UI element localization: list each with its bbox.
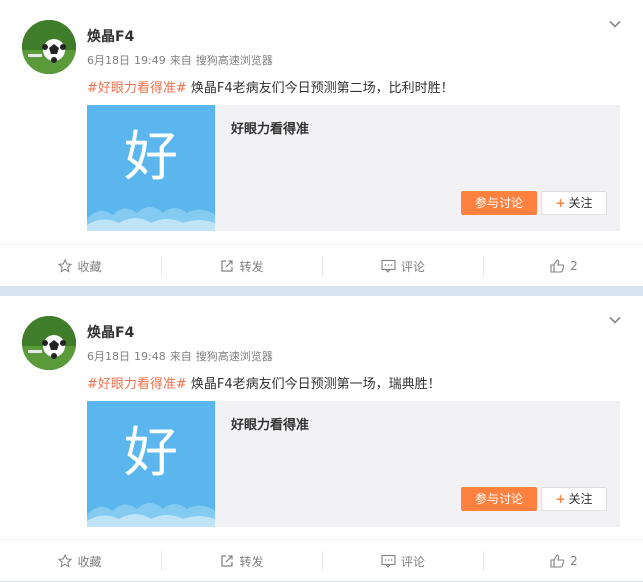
follow-button[interactable]: + 关注: [541, 487, 607, 511]
favorite-button[interactable]: 收藏: [0, 245, 160, 287]
thumbnail-glyph: 好: [124, 125, 178, 188]
follow-label: 关注: [568, 196, 593, 210]
repost-icon: [221, 555, 234, 567]
like-count: 2: [570, 259, 578, 273]
favorite-label: 收藏: [77, 259, 102, 274]
favorite-label: 收藏: [77, 554, 102, 569]
topic-card[interactable]: 好 好眼力看得准 参与讨论 + 关注: [87, 105, 620, 231]
user-name[interactable]: 焕晶F4: [87, 322, 134, 342]
comment-label: 评论: [400, 259, 425, 274]
post-body: 焕晶F4老病友们今日预测第一场，瑞典胜！: [186, 377, 441, 392]
feed-post: 焕晶F4 6月18日 19:49 来自 搜狗高速浏览器 #好眼力看得准# 焕晶F4老病…: [0, 0, 643, 286]
post-meta: 6月18日 19:49 来自 搜狗高速浏览器: [87, 52, 277, 68]
source-prefix: 来自: [169, 54, 192, 67]
card-title[interactable]: 好眼力看得准: [231, 118, 309, 137]
like-icon: [550, 554, 565, 568]
comment-icon: [381, 259, 396, 273]
repost-button[interactable]: 转发: [162, 245, 322, 287]
post-body: 焕晶F4老病友们今日预测第二场，比利时胜！: [186, 81, 454, 96]
like-count: 2: [570, 554, 578, 568]
post-actions: 收藏 转发 评论 2: [0, 244, 643, 286]
follow-button[interactable]: + 关注: [541, 191, 607, 215]
like-button[interactable]: 2: [484, 245, 643, 287]
comment-button[interactable]: 评论: [323, 540, 483, 582]
chevron-down-icon[interactable]: [609, 314, 621, 326]
avatar[interactable]: [22, 20, 76, 74]
feed-post: 焕晶F4 6月18日 19:48 来自 搜狗高速浏览器 #好眼力看得准# 焕晶F4老病…: [0, 296, 643, 581]
chevron-down-icon[interactable]: [609, 18, 621, 30]
star-icon: [58, 554, 73, 568]
repost-icon: [221, 260, 234, 272]
star-icon: [58, 259, 73, 273]
user-name[interactable]: 焕晶F4: [87, 26, 134, 46]
thumbnail-glyph: 好: [124, 421, 178, 484]
post-time[interactable]: 19:48: [134, 350, 166, 363]
post-meta: 6月18日 19:48 来自 搜狗高速浏览器: [87, 348, 277, 364]
plus-icon: +: [555, 492, 566, 506]
post-text: #好眼力看得准# 焕晶F4老病友们今日预测第一场，瑞典胜！: [87, 373, 441, 392]
favorite-button[interactable]: 收藏: [0, 540, 160, 582]
post-time[interactable]: 19:49: [134, 54, 166, 67]
post-date[interactable]: 6月18日: [87, 350, 130, 363]
topic-thumbnail[interactable]: 好: [87, 105, 215, 231]
post-actions: 收藏 转发 评论 2: [0, 539, 643, 581]
repost-button[interactable]: 转发: [162, 540, 322, 582]
post-text: #好眼力看得准# 焕晶F4老病友们今日预测第二场，比利时胜！: [87, 77, 454, 96]
source-link[interactable]: 搜狗高速浏览器: [196, 54, 273, 67]
comment-button[interactable]: 评论: [323, 245, 483, 287]
comment-label: 评论: [400, 554, 425, 569]
like-icon: [550, 259, 565, 273]
post-date[interactable]: 6月18日: [87, 54, 130, 67]
repost-label: 转发: [239, 554, 264, 569]
like-button[interactable]: 2: [484, 540, 643, 582]
source-link[interactable]: 搜狗高速浏览器: [196, 350, 273, 363]
join-discussion-button[interactable]: 参与讨论: [461, 487, 537, 511]
topic-link[interactable]: #好眼力看得准#: [87, 81, 187, 96]
topic-card[interactable]: 好 好眼力看得准 参与讨论 + 关注: [87, 401, 620, 527]
plus-icon: +: [555, 196, 566, 210]
join-discussion-button[interactable]: 参与讨论: [461, 191, 537, 215]
source-prefix: 来自: [169, 350, 192, 363]
topic-link[interactable]: #好眼力看得准#: [87, 377, 187, 392]
avatar[interactable]: [22, 316, 76, 370]
follow-label: 关注: [568, 492, 593, 506]
topic-thumbnail[interactable]: 好: [87, 401, 215, 527]
repost-label: 转发: [239, 259, 264, 274]
comment-icon: [381, 554, 396, 568]
card-title[interactable]: 好眼力看得准: [231, 414, 309, 433]
